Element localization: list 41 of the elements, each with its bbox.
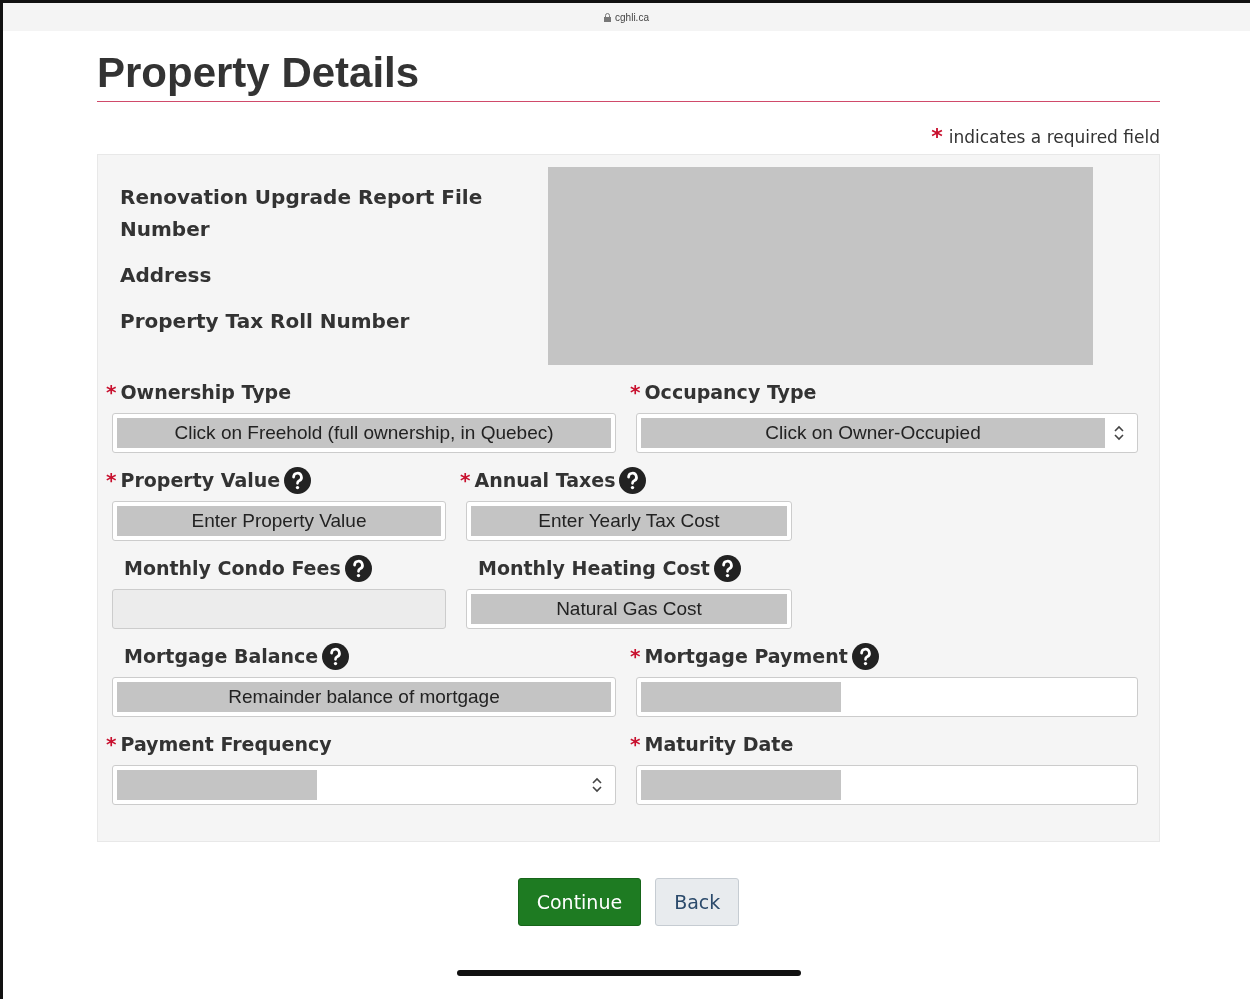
- required-mark: *: [931, 126, 943, 148]
- required-mark: *: [106, 470, 117, 490]
- field-label: Maturity Date: [644, 733, 794, 755]
- field-label: Monthly Condo Fees: [124, 557, 341, 579]
- input-field[interactable]: [636, 765, 1138, 805]
- field-label: Mortgage Balance: [124, 645, 319, 667]
- field-label: Property Value: [120, 469, 281, 491]
- required-mark: *: [630, 734, 641, 754]
- required-mark: *: [106, 382, 117, 402]
- required-note: indicates a required field: [948, 127, 1160, 147]
- input-field[interactable]: Click on Freehold (full ownership, in Quebec): [112, 413, 616, 453]
- help-icon[interactable]: [713, 554, 741, 582]
- input-field[interactable]: Natural Gas Cost: [466, 589, 792, 629]
- input-field[interactable]: Enter Property Value: [112, 501, 446, 541]
- info-label: Renovation Upgrade Report File Number: [120, 184, 484, 243]
- info-label: Property Tax Roll Number: [120, 308, 411, 335]
- required-mark: *: [630, 382, 641, 402]
- required-mark: *: [106, 734, 117, 754]
- info-label: Address: [120, 262, 213, 289]
- input-field[interactable]: Remainder balance of mortgage: [112, 677, 616, 717]
- required-mark: *: [630, 646, 641, 666]
- back-button[interactable]: Back: [655, 878, 740, 926]
- help-icon[interactable]: [284, 466, 312, 494]
- chevron-icon: [591, 777, 603, 793]
- continue-button[interactable]: Continue: [517, 878, 642, 926]
- help-icon[interactable]: [322, 642, 350, 670]
- field-label: Occupancy Type: [644, 381, 817, 403]
- required-mark: *: [460, 470, 471, 490]
- page-title: Property Details: [97, 49, 1160, 102]
- field-label: Payment Frequency: [120, 733, 332, 755]
- field-label: Monthly Heating Cost: [478, 557, 710, 579]
- help-icon[interactable]: [851, 642, 879, 670]
- help-icon[interactable]: [619, 466, 647, 494]
- field-label: Ownership Type: [120, 381, 292, 403]
- address-bar[interactable]: cghli.ca: [3, 3, 1250, 31]
- input-field[interactable]: [636, 677, 1138, 717]
- dropdown[interactable]: Click on Owner-Occupied: [636, 413, 1138, 453]
- input-field[interactable]: Enter Yearly Tax Cost: [466, 501, 792, 541]
- chevron-icon: [1113, 425, 1125, 441]
- field-label: Annual Taxes: [474, 469, 616, 491]
- field-label: Mortgage Payment: [644, 645, 848, 667]
